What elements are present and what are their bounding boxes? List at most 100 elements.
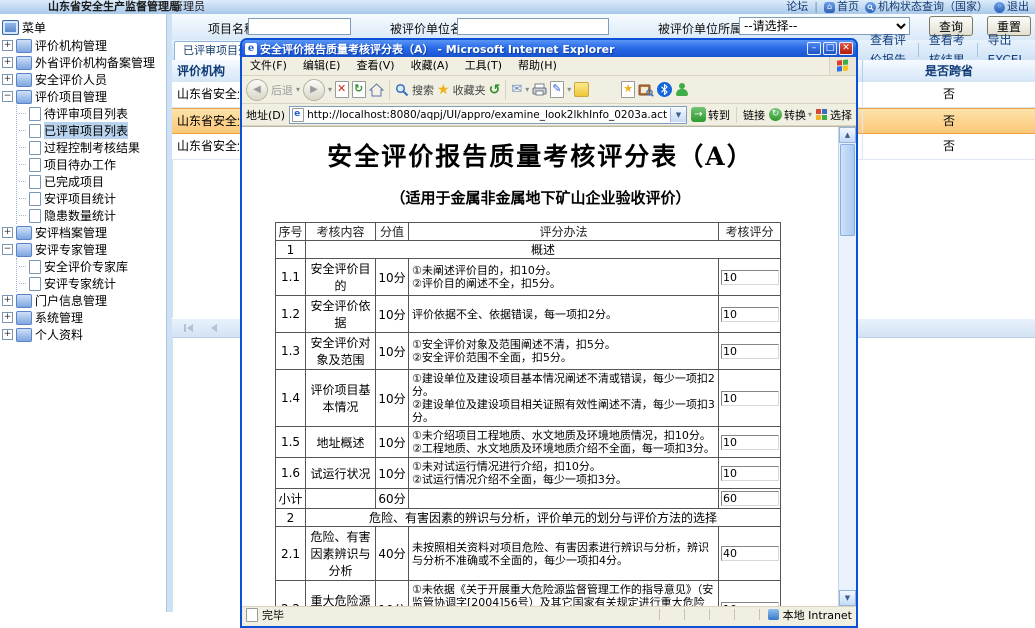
score-input[interactable]: [721, 466, 779, 481]
sidebar-item[interactable]: 待评审项目列表: [17, 105, 166, 122]
print-button[interactable]: [532, 83, 547, 96]
forum-link[interactable]: 论坛: [786, 0, 808, 14]
tree-expand-icon[interactable]: +: [2, 227, 13, 238]
address-label: 地址(D): [246, 107, 285, 123]
research-button[interactable]: [638, 83, 654, 97]
sidebar-item[interactable]: −评价项目管理: [0, 88, 166, 105]
score-input[interactable]: [721, 546, 779, 561]
window-titlebar[interactable]: e 安全评价报告质量考核评分表（A） - Microsoft Internet …: [242, 40, 856, 57]
tree-expand-icon[interactable]: +: [2, 312, 13, 323]
page-icon: e: [292, 108, 304, 122]
address-bar: 地址(D) e http://localhost:8080/aqpj/UI/ap…: [242, 104, 856, 126]
tree-expand-icon[interactable]: +: [2, 329, 13, 340]
score-cell: 1.5: [276, 427, 306, 458]
menu-item[interactable]: 帮助(H): [510, 57, 565, 75]
sidebar-item[interactable]: 隐患数量统计: [17, 207, 166, 224]
current-user: 管理员: [172, 0, 205, 14]
scroll-thumb[interactable]: [840, 144, 855, 236]
back-button[interactable]: ◀ 后退 ▾: [246, 79, 300, 101]
score-input[interactable]: [721, 435, 779, 450]
search-button[interactable]: 搜索: [395, 82, 434, 98]
unit-name-input[interactable]: [457, 18, 609, 35]
score-cell: 小计: [276, 489, 306, 509]
project-name-input[interactable]: [248, 18, 351, 35]
edit-button[interactable]: ✎ ▾: [550, 81, 571, 98]
sidebar-item-label: 待评审项目列表: [44, 105, 128, 122]
sidebar-item[interactable]: −安评专家管理: [0, 241, 166, 258]
score-input[interactable]: [721, 270, 779, 285]
tree-expand-icon[interactable]: +: [2, 295, 13, 306]
sidebar-item[interactable]: +安全评价人员: [0, 71, 166, 88]
score-cell: 10分: [376, 458, 409, 489]
convert-button[interactable]: ↻ 转换 ▾: [769, 107, 812, 123]
menu-item[interactable]: 收藏(A): [403, 57, 457, 75]
favorites-button[interactable]: ★ 收藏夹: [437, 82, 486, 98]
select-button[interactable]: 选择: [816, 107, 852, 123]
sidebar-item[interactable]: 已评审项目列表: [17, 122, 166, 139]
sidebar-item[interactable]: +门户信息管理: [0, 292, 166, 309]
sidebar-item[interactable]: 项目待办工作: [17, 156, 166, 173]
folder-icon: [16, 90, 32, 104]
score-row: 小计60分: [276, 489, 781, 509]
sidebar: 菜单 +评价机构管理+外省评价机构备案管理+安全评价人员−评价项目管理待评审项目…: [0, 14, 166, 612]
menu-item[interactable]: 编辑(E): [295, 57, 349, 75]
mail-button[interactable]: ✉ ▾: [511, 82, 529, 97]
printer-icon: [532, 83, 547, 96]
sidebar-item[interactable]: 已完成项目: [17, 173, 166, 190]
menu-item[interactable]: 工具(T): [457, 57, 510, 75]
vertical-scrollbar[interactable]: ▲ ▼: [838, 127, 856, 606]
sidebar-item[interactable]: 过程控制考核结果: [17, 139, 166, 156]
first-page-button[interactable]: [180, 321, 196, 335]
stop-button[interactable]: ✕: [335, 81, 349, 98]
sidebar-subtree: 安全评价专家库安评专家统计: [16, 258, 166, 292]
tree-expand-icon[interactable]: −: [2, 244, 13, 255]
scroll-down-icon[interactable]: ▼: [839, 590, 856, 606]
sidebar-item[interactable]: +系统管理: [0, 309, 166, 326]
logout-link[interactable]: ◦ 退出: [994, 0, 1029, 14]
messenger-button[interactable]: [675, 83, 689, 97]
go-button[interactable]: → 转到: [691, 107, 730, 123]
minimize-button[interactable]: –: [807, 42, 821, 55]
sidebar-root[interactable]: 菜单: [0, 14, 166, 37]
menu-item[interactable]: 查看(V): [348, 57, 402, 75]
score-row: 2.1危险、有害因素辨识与分析40分未按照相关资料对项目危险、有害因素进行辨识与…: [276, 527, 781, 581]
sidebar-item[interactable]: 安评专家统计: [17, 275, 166, 292]
scroll-up-icon[interactable]: ▲: [839, 127, 856, 143]
close-button[interactable]: ✕: [839, 42, 853, 55]
bluetooth-button[interactable]: [657, 82, 672, 97]
add-favorite-button[interactable]: ★: [621, 81, 635, 98]
tree-expand-icon[interactable]: +: [2, 57, 13, 68]
sidebar-item[interactable]: +个人资料: [0, 326, 166, 343]
address-box[interactable]: e http://localhost:8080/aqpj/UI/appro/ex…: [289, 106, 687, 124]
app-title: 山东省安全生产监督管理局: [48, 0, 180, 14]
refresh-button[interactable]: ↻: [352, 81, 366, 98]
maximize-button[interactable]: □: [823, 42, 837, 55]
column-header-cross[interactable]: 是否跨省: [862, 60, 1035, 82]
note-button[interactable]: [574, 82, 589, 97]
score-input[interactable]: [721, 307, 779, 322]
forward-button[interactable]: ▶ ▾: [303, 79, 332, 101]
score-input[interactable]: [721, 491, 779, 506]
menu-item[interactable]: 文件(F): [242, 57, 295, 75]
score-input[interactable]: [721, 602, 779, 607]
tree-expand-icon[interactable]: −: [2, 91, 13, 102]
page-icon: [29, 124, 41, 138]
sidebar-item[interactable]: +安评档案管理: [0, 224, 166, 241]
score-input[interactable]: [721, 391, 779, 406]
sidebar-item[interactable]: 安全评价专家库: [17, 258, 166, 275]
score-row: 1.3安全评价对象及范围10分①安全评价对象及范围阐述不清，扣5分。 ②安全评价…: [276, 333, 781, 370]
prev-page-button[interactable]: [206, 321, 222, 335]
status-query-link[interactable]: 机构状态查询（国家）: [865, 0, 988, 14]
home-button[interactable]: [369, 83, 384, 97]
links-label[interactable]: 链接: [743, 107, 765, 123]
tree-expand-icon[interactable]: +: [2, 74, 13, 85]
tree-expand-icon[interactable]: +: [2, 40, 13, 51]
address-dropdown-icon[interactable]: ▼: [670, 108, 686, 122]
sidebar-item[interactable]: 安评项目统计: [17, 190, 166, 207]
sidebar-item[interactable]: +评价机构管理: [0, 37, 166, 54]
column-header-org[interactable]: 评价机构: [172, 60, 239, 82]
home-link[interactable]: ⌂ 首页: [824, 0, 859, 14]
score-input[interactable]: [721, 344, 779, 359]
sidebar-item[interactable]: +外省评价机构备案管理: [0, 54, 166, 71]
history-button[interactable]: ↺: [489, 82, 501, 98]
